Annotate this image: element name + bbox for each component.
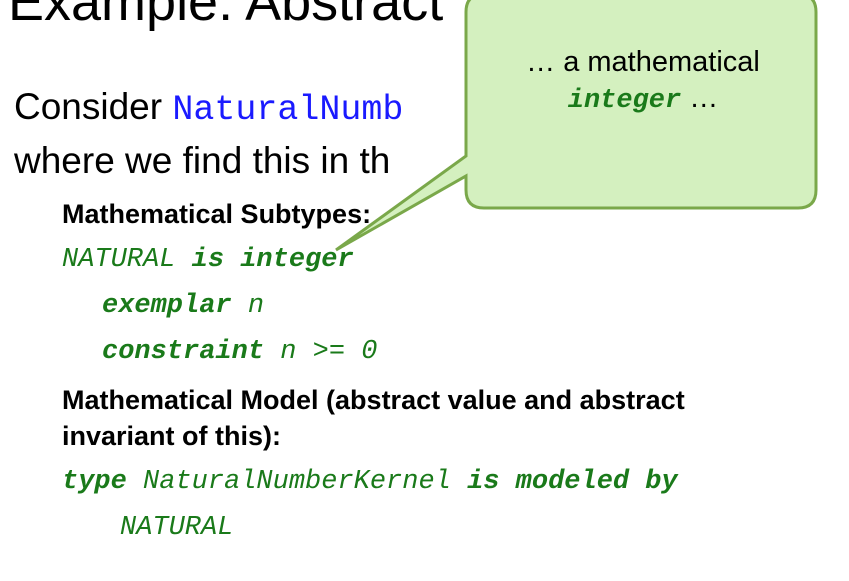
constraint-expr: n >= 0 [280, 337, 378, 367]
callout-code: integer [567, 86, 682, 116]
intro-prefix: Consider [14, 86, 173, 127]
constraint-keyword: constraint [102, 337, 265, 367]
modeled-by-keyword: is modeled by [467, 467, 678, 497]
exemplar-var: n [247, 291, 265, 321]
subtype-name: NATURAL [62, 245, 176, 275]
context-line: where we find this in th [14, 140, 391, 181]
type-name: NaturalNumberKernel [143, 467, 451, 497]
intro-code: NaturalNumb [172, 90, 404, 130]
subtypes-heading: Mathematical Subtypes: [62, 199, 372, 229]
slide-title: Example: Abstract [8, 0, 444, 32]
callout-line-2: integer … [470, 80, 816, 119]
subtype-keyword: is integer [191, 245, 354, 275]
subtype-line-2: exemplar n [102, 290, 264, 322]
type-keyword: type [62, 467, 127, 497]
intro-line: Consider NaturalNumb [14, 86, 403, 131]
model-type-name: NATURAL [120, 513, 234, 543]
exemplar-keyword: exemplar [102, 291, 232, 321]
subtype-line-3: constraint n >= 0 [102, 336, 377, 368]
subtype-line-1: NATURAL is integer [62, 244, 354, 276]
model-heading-line-1: Mathematical Model (abstract value and a… [62, 385, 685, 415]
model-code-line-1: type NaturalNumberKernel is modeled by [62, 466, 678, 498]
callout-shape [335, 0, 818, 252]
model-heading-line-2: invariant of this): [62, 421, 282, 451]
callout-text: … a mathematical integer … [470, 44, 816, 119]
callout-line-1: … a mathematical [526, 46, 760, 78]
model-code-line-2: NATURAL [120, 512, 233, 544]
callout-suffix: … [681, 82, 719, 114]
